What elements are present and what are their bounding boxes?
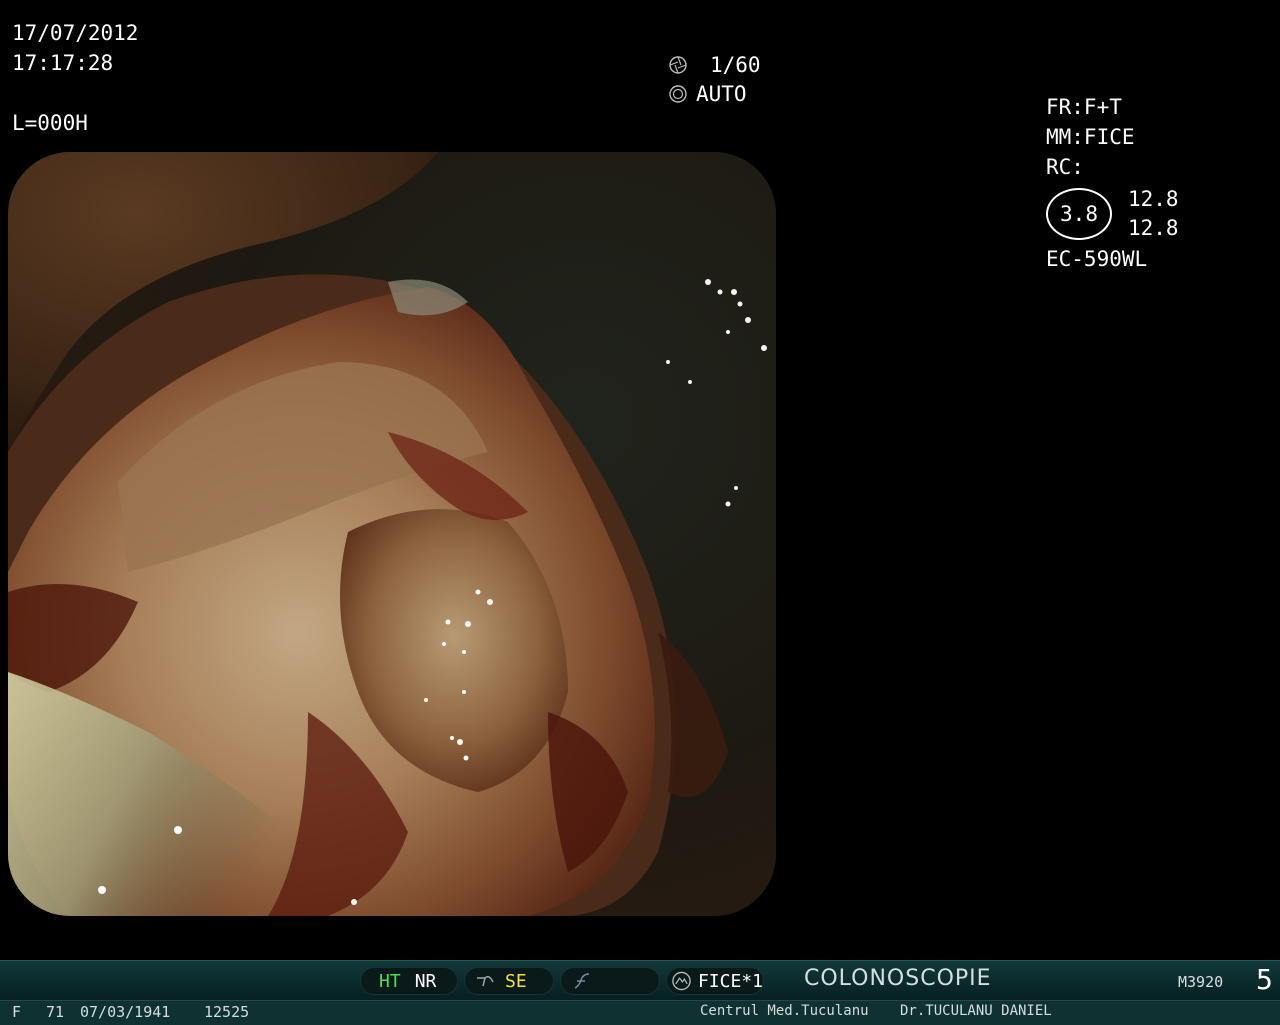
clinic-name: Centrul Med.Tuculanu [700, 1003, 869, 1019]
shutter-icon [669, 56, 687, 74]
rc-value-1: 12.8 [1128, 187, 1179, 211]
model-code: M3920 [1178, 973, 1224, 991]
fice-indicator: FICE*1 [666, 967, 764, 995]
nr-label: NR [414, 970, 437, 992]
fice-icon [672, 971, 691, 991]
patient-age: 71 [46, 1003, 65, 1021]
filter-indicator [560, 967, 660, 995]
rc-badge: 3.8 [1046, 188, 1112, 240]
patient-sex: F [12, 1003, 22, 1021]
rc-value-2: 12.8 [1128, 216, 1179, 240]
se-label: SE [505, 970, 527, 992]
light-level: L=000H [12, 111, 88, 135]
ht-label: HT [379, 970, 401, 992]
filter-icon [574, 973, 590, 989]
scope-model: EC-590WL [1046, 247, 1148, 271]
ht-nr-indicator: HT NR [360, 967, 458, 995]
status-bar: HT NR SE FICE*1 COLONOSCOPIE M3920 5 [0, 960, 1280, 1001]
doctor-name: Dr.TUCULANU DANIEL [900, 1003, 1052, 1019]
patient-id: 12525 [204, 1003, 250, 1021]
structure-enhance-icon [477, 975, 494, 987]
shutter-readout: 1/60 [668, 50, 761, 80]
patient-bar: F 71 07/03/1941 12525 Centrul Med.Tucula… [0, 1000, 1280, 1025]
endoscopy-scene [8, 152, 776, 916]
exam-date: 17/07/2012 [12, 21, 139, 45]
iris-mode: AUTO [696, 82, 747, 106]
frame-mode: FR:F+T [1046, 95, 1122, 119]
channel-number: 5 [1256, 963, 1273, 996]
mm-mode: MM:FICE [1046, 125, 1135, 149]
patient-dob: 07/03/1941 [80, 1003, 171, 1021]
se-indicator: SE [464, 967, 554, 995]
iris-readout: AUTO [668, 79, 747, 109]
fice-label: FICE*1 [697, 970, 763, 992]
rc-label: RC: [1046, 155, 1084, 179]
shutter-speed: 1/60 [710, 53, 761, 77]
endoscopy-image [8, 152, 776, 916]
procedure-name: COLONOSCOPIE [804, 966, 992, 991]
iris-icon [669, 85, 687, 103]
exam-time: 17:17:28 [12, 51, 114, 75]
